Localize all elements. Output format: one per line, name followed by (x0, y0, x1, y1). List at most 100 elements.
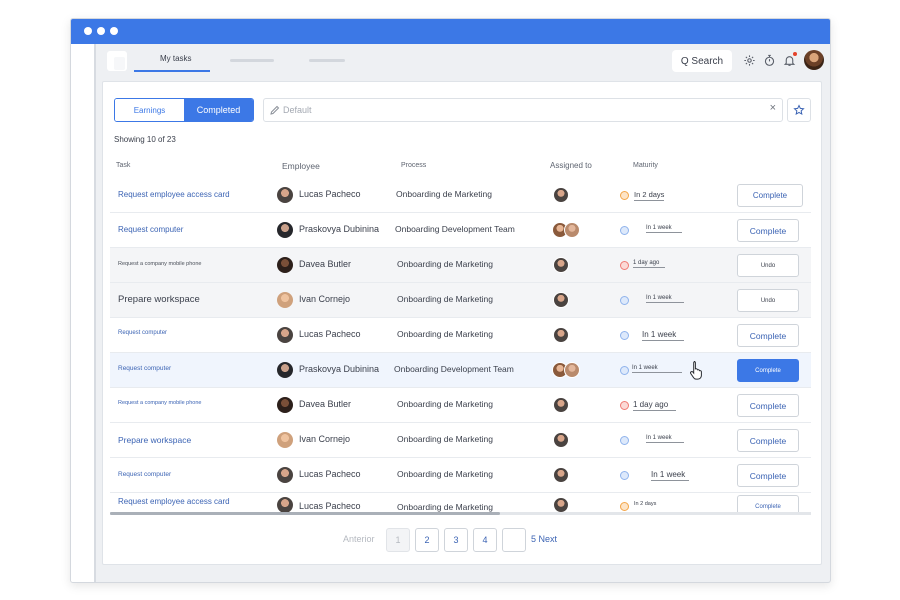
horizontal-scrollbar[interactable] (110, 512, 811, 515)
search-button[interactable]: Q Search (672, 50, 732, 72)
pagination-previous[interactable]: Anterior (343, 534, 375, 544)
close-icon[interactable]: × (770, 102, 776, 114)
favorite-button[interactable] (787, 98, 811, 122)
pagination-page-1[interactable]: 1 (386, 528, 410, 552)
pagination-page-3[interactable]: 3 (444, 528, 468, 552)
stopwatch-icon[interactable] (761, 52, 777, 68)
column-header-maturity[interactable]: Maturity (633, 162, 658, 169)
maturity-value: 1 day ago (633, 400, 677, 411)
notification-dot (793, 52, 797, 56)
segment-earnings[interactable]: Earnings (115, 99, 184, 121)
pagination-page-blank[interactable] (502, 528, 526, 552)
table-row[interactable]: Prepare workspace Ivan Cornejo Onboardin… (110, 423, 811, 458)
process-name: Onboarding de Marketing (397, 399, 493, 409)
tasks-panel: Earnings Completed × Showing 10 of 23 Ta… (102, 81, 822, 565)
column-header-assigned-to[interactable]: Assigned to (550, 161, 592, 170)
pagination-page-2[interactable]: 2 (415, 528, 439, 552)
avatar (553, 292, 569, 308)
avatar (277, 222, 293, 238)
tab-placeholder-3[interactable] (309, 59, 345, 62)
sidebar (71, 44, 96, 582)
column-header-process[interactable]: Process (401, 162, 426, 169)
complete-button[interactable]: Complete (737, 324, 799, 347)
pointer-hand-icon (690, 361, 702, 380)
avatar (553, 397, 569, 413)
table-row[interactable]: Request employee access card Lucas Pache… (110, 178, 811, 213)
tab-placeholder-2[interactable] (230, 59, 274, 62)
gear-icon[interactable] (741, 52, 757, 68)
table-row[interactable]: Request a company mobile phone Davea But… (110, 248, 811, 283)
undo-button[interactable]: Undo (737, 254, 799, 277)
employee-name: Praskovya Dubinina (299, 224, 380, 234)
tab-active-indicator (134, 70, 210, 72)
maturity-status-dot (620, 331, 629, 340)
task-link[interactable]: Request computer (118, 365, 171, 372)
filter-input[interactable] (283, 101, 763, 119)
table-row[interactable]: Request employee access card Lucas Pache… (110, 493, 811, 512)
maturity-value: In 1 week (646, 225, 682, 233)
task-link[interactable]: Request computer (118, 330, 167, 336)
avatar (277, 327, 293, 343)
scrollbar-thumb[interactable] (110, 512, 500, 515)
undo-button[interactable]: Undo (737, 289, 799, 312)
table-row[interactable]: Request computer Praskovya Dubinina Onbo… (110, 353, 811, 388)
avatar (277, 432, 293, 448)
segment-completed[interactable]: Completed (184, 99, 253, 121)
employee-name: Lucas Pacheco (299, 189, 361, 199)
user-avatar[interactable] (804, 50, 824, 70)
task-link[interactable]: Request computer (118, 225, 183, 234)
complete-button[interactable]: Complete (737, 429, 799, 452)
column-header-task[interactable]: Task (116, 162, 130, 169)
complete-button[interactable]: Complete (737, 184, 803, 207)
maturity-value: In 1 week (651, 470, 690, 481)
task-link[interactable]: Request employee access card (118, 190, 230, 199)
app-window: My tasks Q Search Earnings Completed × (70, 18, 831, 583)
avatar (277, 397, 293, 413)
employee-name: Ivan Cornejo (299, 294, 351, 304)
table-row[interactable]: Prepare workspace Ivan Cornejo Onboardin… (110, 283, 811, 318)
window-dot-maximize[interactable] (110, 27, 118, 35)
star-icon (793, 104, 805, 115)
complete-button[interactable]: Complete (737, 219, 799, 242)
avatar (564, 222, 580, 238)
process-name: Onboarding Development Team (394, 364, 514, 374)
task-link[interactable]: Request computer (118, 471, 171, 478)
pagination-page-4[interactable]: 4 (473, 528, 497, 552)
maturity-value: In 1 week (632, 365, 682, 373)
employee-name: Lucas Pacheco (299, 469, 361, 479)
table-row[interactable]: Request computer Lucas Pacheco Onboardin… (110, 458, 811, 493)
avatar (553, 467, 569, 483)
window-dot-close[interactable] (84, 27, 92, 35)
task-link[interactable]: Request employee access card (118, 497, 230, 506)
complete-button[interactable]: Complete (737, 359, 799, 382)
avatar (553, 497, 569, 512)
avatar (277, 257, 293, 273)
task-link[interactable]: Request a company mobile phone (118, 261, 201, 267)
maturity-status-dot (620, 401, 629, 410)
avatar (553, 257, 569, 273)
window-dot-minimize[interactable] (97, 27, 105, 35)
avatar (277, 467, 293, 483)
employee-name: Praskovya Dubinina (299, 364, 380, 374)
complete-button[interactable]: Complete (737, 394, 799, 417)
app-logo-inner (114, 57, 125, 70)
table-row[interactable]: Request computer Lucas Pacheco Onboardin… (110, 318, 811, 353)
table-row[interactable]: Request computer Praskovya Dubinina Onbo… (110, 213, 811, 248)
table-row[interactable]: Request a company mobile phone Davea But… (110, 388, 811, 423)
complete-button[interactable]: Complete (737, 495, 799, 512)
process-name: Onboarding de Marketing (397, 469, 493, 479)
process-name: Onboarding de Marketing (397, 434, 493, 444)
tab-my-tasks[interactable]: My tasks (160, 54, 192, 63)
column-header-employee[interactable]: Employee (282, 161, 320, 171)
filter-field[interactable]: × (263, 98, 783, 122)
bell-icon[interactable] (781, 52, 797, 68)
task-link[interactable]: Prepare workspace (118, 294, 200, 305)
task-link[interactable]: Prepare workspace (118, 435, 191, 445)
task-link[interactable]: Request a company mobile phone (118, 400, 201, 406)
maturity-status-dot (620, 296, 629, 305)
complete-button[interactable]: Complete (737, 464, 799, 487)
pagination-next[interactable]: 5 Next (531, 534, 557, 544)
employee-name: Davea Butler (299, 399, 352, 409)
process-name: Onboarding de Marketing (397, 259, 493, 269)
window-titlebar (71, 19, 830, 44)
